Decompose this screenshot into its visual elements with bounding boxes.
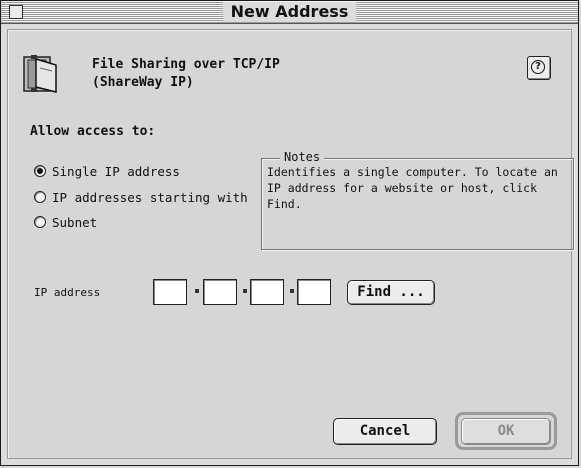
window-title: New Address: [222, 2, 357, 22]
radio-ip-starting-with[interactable]: IP addresses starting with: [34, 188, 248, 206]
notes-text: Identifies a single computer. To locate …: [267, 165, 558, 211]
radio-label: Subnet: [52, 214, 98, 230]
radio-subnet[interactable]: Subnet: [34, 213, 97, 231]
ip-separator-dot: [195, 289, 199, 293]
notes-legend: Notes: [280, 150, 325, 164]
radio-icon[interactable]: [34, 191, 46, 203]
cancel-button[interactable]: Cancel: [333, 418, 437, 445]
file-sharing-folder-icon: [23, 55, 57, 93]
help-button[interactable]: ?: [527, 56, 551, 80]
ip-octet-4-input[interactable]: [297, 279, 331, 305]
service-heading: File Sharing over TCP/IP (ShareWay IP): [92, 56, 280, 92]
help-icon: ?: [531, 60, 545, 74]
ip-octet-2-input[interactable]: [203, 279, 237, 305]
ip-octet-3-input[interactable]: [250, 279, 284, 305]
find-button[interactable]: Find ...: [347, 280, 435, 305]
radio-label: Single IP address: [52, 163, 180, 179]
radio-label: IP addresses starting with: [52, 189, 248, 205]
service-name: File Sharing over TCP/IP: [92, 57, 280, 72]
allow-access-label: Allow access to:: [30, 124, 156, 139]
radio-selected-icon[interactable]: [34, 165, 46, 177]
close-box[interactable]: [9, 5, 23, 19]
ok-button[interactable]: OK: [461, 418, 551, 445]
ip-separator-dot: [243, 289, 247, 293]
service-subname: (ShareWay IP): [92, 75, 194, 90]
radio-icon[interactable]: [34, 216, 46, 228]
radio-single-ip[interactable]: Single IP address: [34, 162, 180, 180]
ip-separator-dot: [290, 289, 294, 293]
ip-address-label: IP address: [34, 286, 101, 299]
title-bar[interactable]: New Address: [1, 1, 578, 24]
ip-octet-1-input[interactable]: [153, 279, 187, 305]
